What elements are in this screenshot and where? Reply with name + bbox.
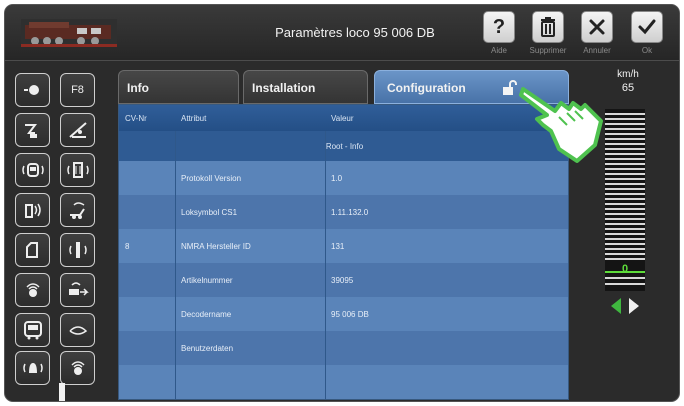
direction-control[interactable]	[607, 295, 643, 317]
row-value: 1.11.132.0	[331, 208, 369, 217]
function-key-horn[interactable]	[15, 193, 50, 227]
page-title: Paramètres loco 95 006 DB	[275, 25, 435, 40]
door-icon	[25, 242, 38, 258]
table-section-row[interactable]: Root - Info	[119, 131, 568, 161]
function-key-shunting[interactable]	[60, 113, 95, 147]
speed-unit: km/h	[617, 69, 639, 80]
whistle-icon	[68, 242, 87, 258]
section-label: Root - Info	[325, 142, 364, 151]
row-cv: 8	[125, 242, 130, 251]
headlight-icon	[23, 85, 39, 95]
coupling-icon	[69, 202, 85, 219]
function-key-sound[interactable]	[15, 273, 50, 307]
help-button[interactable]: ?	[483, 11, 515, 43]
speed-value: 65	[621, 82, 635, 94]
question-icon: ?	[492, 15, 506, 38]
col-header-attribute: Attribut	[181, 114, 207, 123]
tab-installation-label: Installation	[252, 81, 316, 95]
steam-icon	[68, 326, 87, 335]
loudspeaker-icon	[70, 361, 85, 375]
function-key-bell[interactable]	[15, 351, 50, 385]
cv-table: CV-Nr Attribut Valeur Root - Info Protok…	[118, 104, 569, 400]
pointing-hand-icon	[519, 87, 603, 163]
function-key-cab-light[interactable]	[15, 153, 50, 187]
column-divider	[175, 131, 176, 399]
locomotive-thumbnail	[21, 19, 117, 47]
row-attribute: Decodername	[181, 310, 232, 319]
function-key-coupling[interactable]	[60, 193, 95, 227]
function-key-steam[interactable]	[60, 313, 95, 347]
interior-light-icon	[66, 162, 89, 178]
top-bar: Paramètres loco 95 006 DB ? Aide Supprim…	[5, 5, 679, 61]
help-label: Aide	[490, 46, 507, 55]
table-header: CV-Nr Attribut Valeur	[119, 105, 568, 131]
direction-left-icon[interactable]	[609, 296, 623, 316]
table-row[interactable]: Artikelnummer 39095	[119, 263, 568, 297]
close-icon	[589, 19, 605, 35]
col-header-cv: CV-Nr	[125, 114, 147, 123]
function-key-f8[interactable]: F8	[60, 73, 95, 107]
col-header-value: Valeur	[331, 114, 354, 123]
row-value: 131	[331, 242, 345, 251]
brake-sound-icon	[68, 282, 89, 296]
column-divider	[325, 131, 326, 399]
row-attribute: NMRA Hersteller ID	[181, 242, 251, 251]
compressor-icon	[23, 321, 42, 340]
row-value: 39095	[331, 276, 354, 285]
sound-icon	[25, 283, 40, 297]
speed-level-marker: 0	[621, 263, 629, 275]
cab-light-icon	[21, 163, 44, 177]
tab-installation[interactable]: Installation	[243, 70, 368, 104]
tab-info-label: Info	[127, 81, 149, 95]
bell-icon	[22, 363, 43, 373]
table-row[interactable]: 8 NMRA Hersteller ID 131	[119, 229, 568, 263]
function-key-headlight[interactable]	[15, 73, 50, 107]
horn-icon	[24, 203, 41, 218]
function-key-interior-light[interactable]	[60, 153, 95, 187]
shunting-icon	[68, 122, 87, 138]
function-key-loudspeaker[interactable]	[60, 351, 95, 385]
loco-settings-screen: Paramètres loco 95 006 DB ? Aide Supprim…	[4, 4, 680, 402]
table-row[interactable]: Benutzerdaten	[119, 331, 568, 365]
cancel-button[interactable]	[581, 11, 613, 43]
function-key-pantograph[interactable]	[15, 113, 50, 147]
direction-right-icon[interactable]	[627, 296, 641, 316]
table-row[interactable]: Loksymbol CS1 1.11.132.0	[119, 195, 568, 229]
function-key-brake-sound[interactable]	[60, 273, 95, 307]
function-key-door[interactable]	[15, 233, 50, 267]
f8-label: F8	[71, 84, 84, 96]
row-attribute: Artikelnummer	[181, 276, 233, 285]
ok-button[interactable]	[631, 11, 663, 43]
function-key-whistle[interactable]	[60, 233, 95, 267]
cancel-label: Annuler	[583, 46, 611, 55]
delete-label: Supprimer	[529, 46, 567, 55]
function-page-scroll-handle[interactable]	[59, 383, 65, 401]
table-row[interactable]: Protokoll Version 1.0	[119, 161, 568, 195]
ok-label: Ok	[641, 46, 653, 55]
row-value: 1.0	[331, 174, 343, 183]
table-row[interactable]: Decodername 95 006 DB	[119, 297, 568, 331]
tab-info[interactable]: Info	[118, 70, 239, 104]
row-attribute: Loksymbol CS1	[181, 208, 238, 217]
row-value: 95 006 DB	[331, 310, 369, 319]
trash-icon	[541, 17, 555, 37]
checkmark-icon	[638, 19, 656, 35]
row-attribute: Protokoll Version	[181, 174, 242, 183]
tab-configuration-label: Configuration	[387, 81, 466, 95]
function-key-compressor[interactable]	[15, 313, 50, 347]
pantograph-icon	[24, 124, 37, 138]
row-attribute: Benutzerdaten	[181, 344, 234, 353]
table-row-partial[interactable]	[119, 365, 568, 399]
delete-button[interactable]	[532, 11, 564, 43]
